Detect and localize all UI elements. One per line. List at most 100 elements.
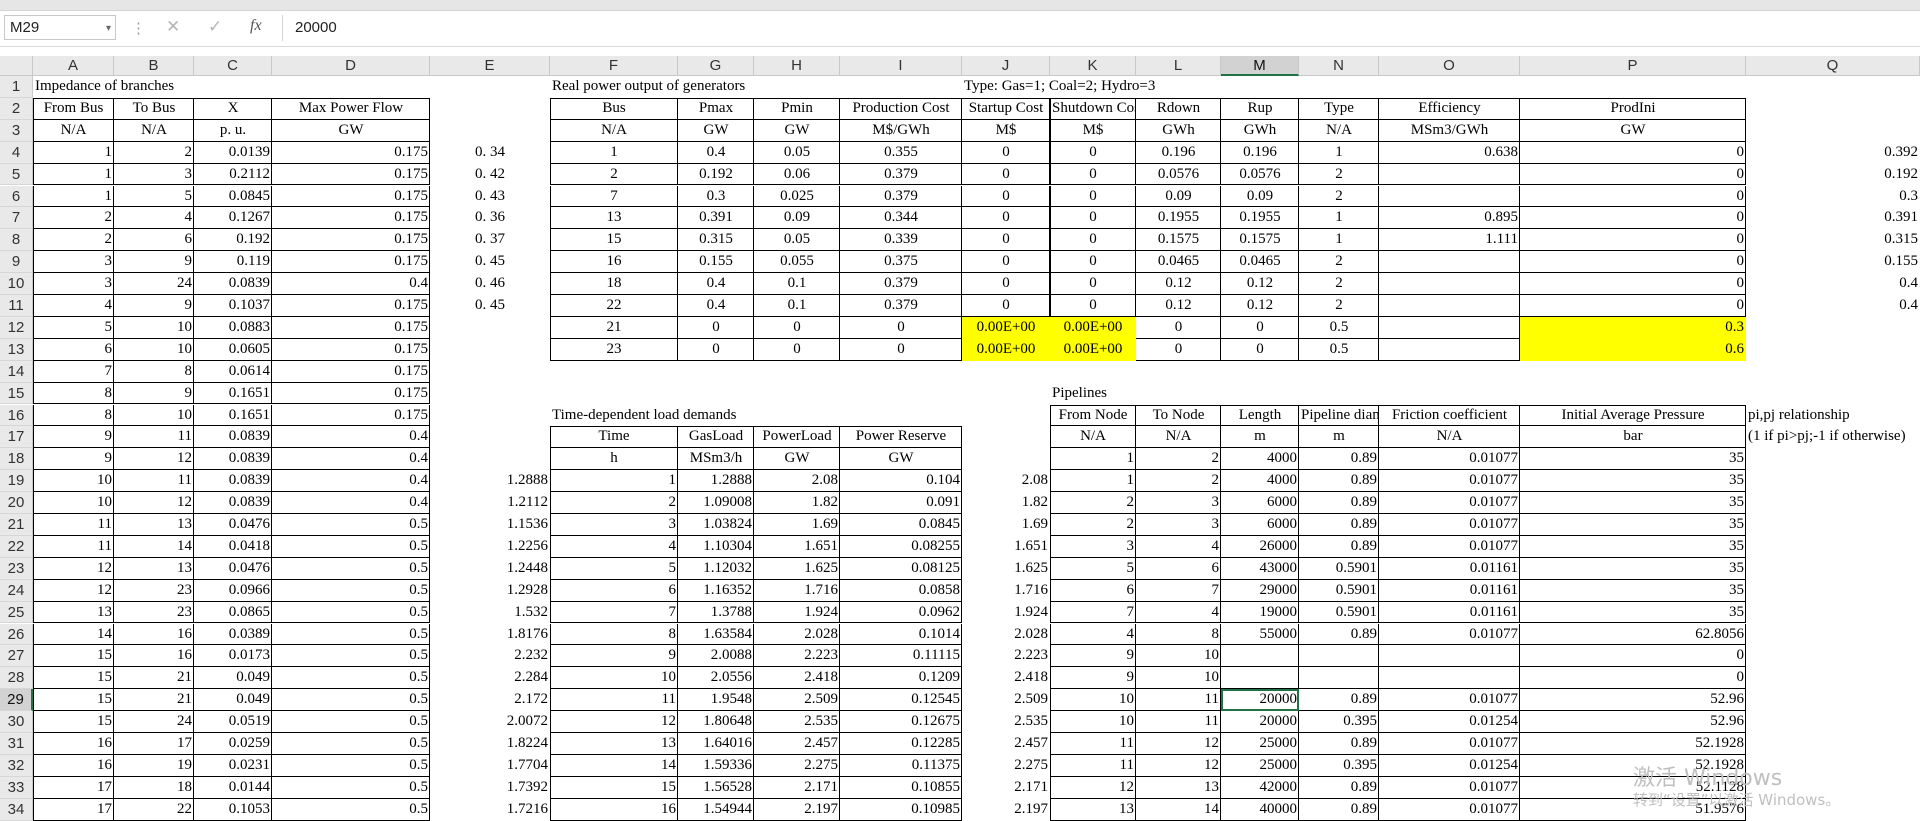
- cell-g22[interactable]: 1.10304: [678, 536, 754, 558]
- cell-o24[interactable]: 0.01161: [1379, 580, 1520, 602]
- cell-f3[interactable]: N/A: [550, 120, 678, 142]
- cell-b34[interactable]: 22: [114, 799, 194, 821]
- column-header-l[interactable]: L: [1136, 56, 1221, 76]
- cell-l31[interactable]: 12: [1136, 733, 1221, 755]
- column-header-e[interactable]: E: [430, 56, 550, 76]
- cell-i20[interactable]: 0.091: [840, 492, 962, 514]
- cell-d15[interactable]: 0.175: [272, 383, 430, 405]
- grid-cell-frame[interactable]: [1379, 338, 1520, 361]
- cell-i11[interactable]: 0.379: [840, 295, 962, 317]
- cell-i23[interactable]: 0.08125: [840, 558, 962, 580]
- row-header-34[interactable]: 34: [0, 798, 33, 821]
- cell-k23[interactable]: 5: [1050, 558, 1136, 580]
- cell-l28[interactable]: 10: [1136, 667, 1221, 689]
- cell-a27[interactable]: 15: [33, 645, 114, 667]
- cell-g25[interactable]: 1.3788: [678, 602, 754, 624]
- cell-i18[interactable]: GW: [840, 448, 962, 470]
- cell-c16[interactable]: 0.1651: [194, 405, 272, 427]
- cell-j27[interactable]: 2.223: [962, 645, 1050, 667]
- cell-h30[interactable]: 2.535: [754, 711, 840, 733]
- cell-d22[interactable]: 0.5: [272, 536, 430, 558]
- row-header-21[interactable]: 21: [0, 514, 33, 536]
- cell-c27[interactable]: 0.0173: [194, 645, 272, 667]
- cell-g10[interactable]: 0.4: [678, 273, 754, 295]
- cell-q4[interactable]: 0.392: [1746, 142, 1920, 164]
- cell-l29[interactable]: 11: [1136, 689, 1221, 711]
- cell-l22[interactable]: 4: [1136, 536, 1221, 558]
- row-header-5[interactable]: 5: [0, 163, 33, 186]
- cell-c11[interactable]: 0.1037: [194, 295, 272, 317]
- cell-e31[interactable]: 1.8224: [430, 733, 550, 755]
- cell-d12[interactable]: 0.175: [272, 317, 430, 339]
- cell-l21[interactable]: 3: [1136, 514, 1221, 536]
- cell-i27[interactable]: 0.11115: [840, 645, 962, 667]
- cell-j30[interactable]: 2.535: [962, 711, 1050, 733]
- cell-b2[interactable]: To Bus: [114, 98, 194, 120]
- cell-i33[interactable]: 0.10855: [840, 777, 962, 799]
- cell-o18[interactable]: 0.01077: [1379, 448, 1520, 470]
- cell-c10[interactable]: 0.0839: [194, 273, 272, 295]
- cell-m6[interactable]: 0.09: [1221, 186, 1299, 208]
- cell-b16[interactable]: 10: [114, 405, 194, 427]
- cell-e21[interactable]: 1.1536: [430, 514, 550, 536]
- cell-c13[interactable]: 0.0605: [194, 339, 272, 361]
- cell-h4[interactable]: 0.05: [754, 142, 840, 164]
- cell-k18[interactable]: 1: [1050, 448, 1136, 470]
- cell-a32[interactable]: 16: [33, 755, 114, 777]
- cell-g2[interactable]: Pmax: [678, 98, 754, 120]
- cell-e33[interactable]: 1.7392: [430, 777, 550, 799]
- cell-o21[interactable]: 0.01077: [1379, 514, 1520, 536]
- cell-f29[interactable]: 11: [550, 689, 678, 711]
- cell-g18[interactable]: MSm3/h: [678, 448, 754, 470]
- cell-e11[interactable]: 0. 45: [430, 295, 550, 317]
- cell-e20[interactable]: 1.2112: [430, 492, 550, 514]
- cell-p17[interactable]: bar: [1520, 426, 1746, 448]
- cell-h23[interactable]: 1.625: [754, 558, 840, 580]
- cell-a25[interactable]: 13: [33, 602, 114, 624]
- cell-d26[interactable]: 0.5: [272, 624, 430, 646]
- cell-b6[interactable]: 5: [114, 186, 194, 208]
- cell-h2[interactable]: Pmin: [754, 98, 840, 120]
- cell-d23[interactable]: 0.5: [272, 558, 430, 580]
- cell-n26[interactable]: 0.89: [1299, 624, 1379, 646]
- cell-p11[interactable]: 0: [1520, 295, 1746, 317]
- cell-i17[interactable]: Power Reserve: [840, 426, 962, 448]
- cell-j11[interactable]: 0: [962, 295, 1050, 317]
- cell-l17[interactable]: N/A: [1136, 426, 1221, 448]
- cell-h31[interactable]: 2.457: [754, 733, 840, 755]
- cell-f32[interactable]: 14: [550, 755, 678, 777]
- cell-p20[interactable]: 35: [1520, 492, 1746, 514]
- cell-o23[interactable]: 0.01161: [1379, 558, 1520, 580]
- cell-a10[interactable]: 3: [33, 273, 114, 295]
- cell-p2[interactable]: ProdIni: [1520, 98, 1746, 120]
- cell-i2[interactable]: Production Cost: [840, 98, 962, 120]
- cell-e22[interactable]: 1.2256: [430, 536, 550, 558]
- cell-k5[interactable]: 0: [1050, 164, 1136, 186]
- row-header-3[interactable]: 3: [0, 119, 33, 142]
- cell-d8[interactable]: 0.175: [272, 229, 430, 251]
- grid-cell-frame[interactable]: [1379, 163, 1520, 186]
- cell-d9[interactable]: 0.175: [272, 251, 430, 273]
- cell-d24[interactable]: 0.5: [272, 580, 430, 602]
- cell-k27[interactable]: 9: [1050, 645, 1136, 667]
- cell-e26[interactable]: 1.8176: [430, 624, 550, 646]
- cell-p7[interactable]: 0: [1520, 207, 1746, 229]
- grid-cell-frame[interactable]: [1379, 667, 1520, 690]
- cell-d4[interactable]: 0.175: [272, 142, 430, 164]
- cell-j3[interactable]: M$: [962, 120, 1050, 142]
- cell-i21[interactable]: 0.0845: [840, 514, 962, 536]
- cell-j33[interactable]: 2.171: [962, 777, 1050, 799]
- cell-k8[interactable]: 0: [1050, 229, 1136, 251]
- cell-j24[interactable]: 1.716: [962, 580, 1050, 602]
- cell-f11[interactable]: 22: [550, 295, 678, 317]
- cell-c19[interactable]: 0.0839: [194, 470, 272, 492]
- cell-c9[interactable]: 0.119: [194, 251, 272, 273]
- cell-k7[interactable]: 0: [1050, 207, 1136, 229]
- cell-f33[interactable]: 15: [550, 777, 678, 799]
- cell-k12[interactable]: 0.00E+00: [1050, 316, 1136, 339]
- row-header-11[interactable]: 11: [0, 295, 33, 317]
- cell-g20[interactable]: 1.09008: [678, 492, 754, 514]
- cell-h7[interactable]: 0.09: [754, 207, 840, 229]
- cell-m22[interactable]: 26000: [1221, 536, 1299, 558]
- cell-i9[interactable]: 0.375: [840, 251, 962, 273]
